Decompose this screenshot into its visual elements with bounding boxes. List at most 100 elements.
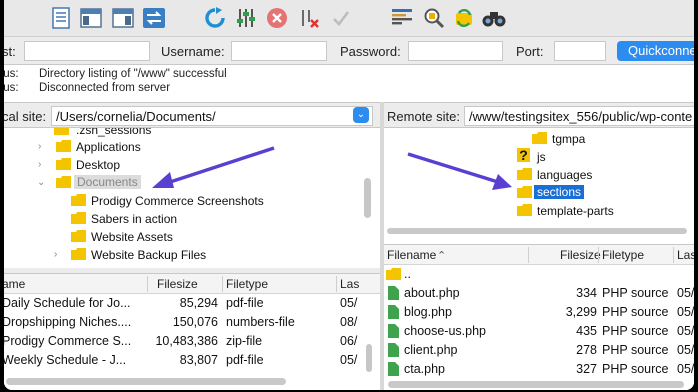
php-file-icon [388,286,399,303]
file-name: blog.php [404,305,452,319]
table-row[interactable]: .. [384,265,694,284]
transfer-queue-icon[interactable] [142,6,166,30]
local-list-hscrollbar[interactable] [6,378,286,385]
column-header-filesize[interactable]: Filesize [157,277,198,291]
column-header-filename[interactable]: Filename [387,248,436,262]
file-type: pdf-file [226,296,264,310]
remote-path-input[interactable]: /www/testingsitex_556/public/wp-conte [464,106,694,126]
php-file-icon [388,343,399,360]
file-size: 435 [576,324,597,338]
tree-node[interactable]: Prodigy Commerce Screenshots [4,192,364,210]
tree-node[interactable]: Website Assets [4,228,364,246]
table-row[interactable]: blog.php 3,299 PHP source 05/ [384,303,694,322]
local-list-scrollbar[interactable] [366,344,372,372]
password-input[interactable] [408,41,503,61]
file-modified: 05/ [677,324,694,338]
column-header-last-modified[interactable]: Las [677,248,694,262]
local-path-input[interactable]: /Users/cornelia/Documents/ [51,106,373,126]
refresh-icon[interactable] [203,6,227,30]
remote-file-list: Filename ⌃ Filesize Filetype Las .. abou… [384,244,694,390]
tree-node-label: .zsh_sessions [76,128,152,137]
tree-node[interactable]: template-parts [384,202,684,220]
local-tree-scrollbar[interactable] [364,178,371,218]
table-row[interactable]: choose-us.php 435 PHP source 05/ [384,322,694,341]
table-row[interactable]: Daily Schedule for Jo... 85,294 pdf-file… [4,294,380,313]
expand-chevron-icon[interactable]: › [54,249,57,260]
quickconnect-bar: st: Username: Password: Port: Quickconne… [4,36,694,64]
file-size: 85,294 [179,296,218,310]
tree-node[interactable]: Sabers in action [4,210,364,228]
tree-node-label: Website Assets [91,230,173,244]
file-size: 10,483,386 [155,334,218,348]
annotation-arrow [407,152,512,190]
expand-chevron-icon[interactable]: › [38,141,41,152]
local-directory-tree: .zsh_sessions › Applications › Desktop ⌄… [4,128,380,268]
column-separator [147,276,148,292]
tree-node[interactable]: › Website Backup Files [4,246,364,264]
expand-chevron-icon[interactable]: › [38,159,41,170]
column-separator [222,276,223,292]
tree-node-label: Applications [76,140,141,154]
port-input[interactable] [554,41,606,61]
folder-icon [71,248,86,260]
toggle-local-tree-icon[interactable] [111,6,135,30]
file-size: 278 [576,343,597,357]
pane-divider[interactable] [380,102,384,390]
process-queue-icon[interactable] [234,6,258,30]
local-site-label: cal site: [4,109,47,124]
remote-list-hscrollbar[interactable] [388,381,684,388]
file-type: PHP source [602,362,669,376]
toggle-log-icon[interactable] [79,6,103,30]
local-file-list: ame Filesize Filetype Las Daily Schedule… [4,273,380,390]
tree-node-label: tgmpa [552,132,586,146]
sync-browse-icon[interactable] [452,6,476,30]
column-header-filetype[interactable]: Filetype [602,248,644,262]
collapse-chevron-icon[interactable]: ⌄ [37,177,45,188]
tree-node-label: js [537,150,546,164]
site-manager-icon[interactable] [49,6,73,30]
quickconnect-button[interactable]: Quickconnect [617,41,694,61]
table-row[interactable]: Prodigy Commerce S... 10,483,386 zip-fil… [4,332,380,351]
column-header-filesize[interactable]: Filesize [560,248,601,262]
filter-icon[interactable] [390,6,414,30]
cancel-icon[interactable] [265,6,289,30]
folder-icon [71,194,86,206]
username-input[interactable] [231,41,327,61]
host-label: st: [4,44,16,59]
column-header-filetype[interactable]: Filetype [226,277,268,291]
file-name: choose-us.php [404,324,487,338]
table-row[interactable]: Dropshipping Niches.... 150,076 numbers-… [4,313,380,332]
disconnect-icon[interactable] [297,6,321,30]
local-site-bar: cal site: /Users/cornelia/Documents/ ⌄ [4,102,380,128]
remote-tree-scrollbar[interactable] [387,228,687,234]
file-modified: 05/ [677,305,694,319]
annotation-arrow [152,146,275,188]
table-row[interactable]: about.php 334 PHP source 05/ [384,284,694,303]
table-row[interactable]: cta.php 327 PHP source 05/ [384,360,694,379]
folder-icon [71,230,86,242]
tree-node[interactable]: tgmpa [384,130,684,148]
search-icon[interactable] [422,6,446,30]
compare-icon[interactable] [482,6,506,30]
column-header-filename[interactable]: ame [4,277,25,291]
tree-node-label: Prodigy Commerce Screenshots [91,194,264,208]
file-name: Weekly Schedule - J... [4,353,127,367]
folder-icon [71,212,86,224]
reconnect-icon[interactable] [329,6,353,30]
tree-node-label: Sabers in action [91,212,178,226]
log-value: Directory listing of "/www" successful [39,68,227,80]
file-size: 334 [576,286,597,300]
file-modified: 05/ [340,296,358,310]
file-modified: 05/ [340,353,358,367]
host-input[interactable] [24,41,150,61]
table-row[interactable]: client.php 278 PHP source 05/ [384,341,694,360]
tree-node-label: Website Backup Files [91,248,207,262]
folder-icon [56,158,71,170]
table-row[interactable]: Weekly Schedule - J... 83,807 pdf-file 0… [4,351,380,370]
local-path-dropdown-icon[interactable]: ⌄ [353,107,369,123]
log-value: Disconnected from server [39,82,171,94]
file-type: PHP source [602,324,669,338]
sort-ascending-icon: ⌃ [437,250,447,262]
folder-icon [54,128,69,135]
column-header-last-modified[interactable]: Las [340,277,359,291]
